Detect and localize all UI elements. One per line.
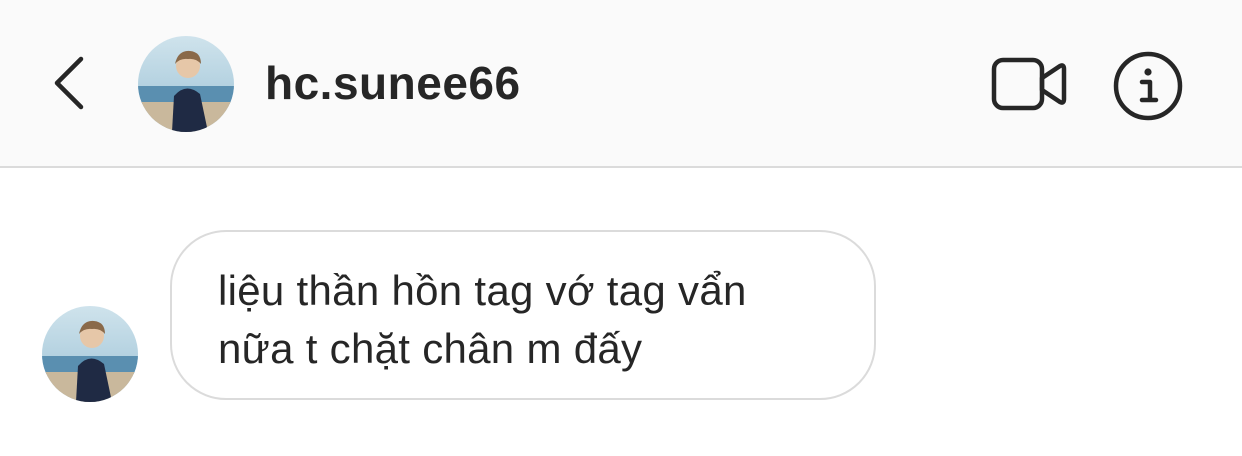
chevron-left-icon — [54, 56, 84, 110]
chat-username[interactable]: hc.sunee66 — [265, 56, 521, 110]
avatar[interactable] — [138, 36, 234, 132]
message-text: liệu thần hồn tag vớ tag vẩn nữa t chặt … — [218, 267, 747, 372]
chat-header: hc.sunee66 — [0, 0, 1242, 168]
message-avatar[interactable] — [42, 306, 138, 402]
video-call-button[interactable] — [990, 56, 1068, 112]
back-button[interactable] — [44, 50, 92, 116]
info-icon — [1113, 51, 1183, 121]
info-button[interactable] — [1112, 50, 1184, 122]
video-camera-icon — [991, 57, 1067, 111]
message-bubble[interactable]: liệu thần hồn tag vớ tag vẩn nữa t chặt … — [170, 230, 876, 400]
